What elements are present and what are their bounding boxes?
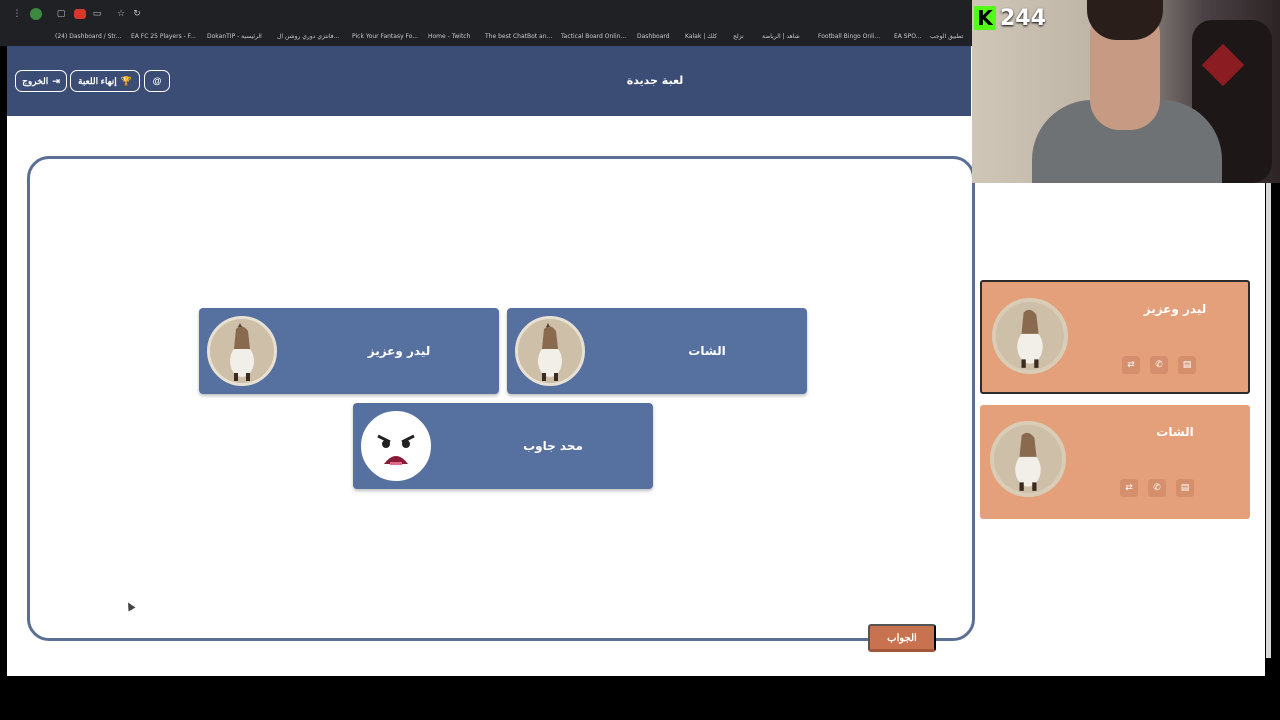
settings-button[interactable]: @ bbox=[144, 70, 170, 92]
phone-icon[interactable]: ✆ bbox=[1150, 356, 1168, 374]
sad-face-icon bbox=[366, 416, 426, 476]
horse-avatar bbox=[207, 316, 277, 386]
team-card-leader[interactable]: ليدر وعزيز ⇄ ✆ ▤ bbox=[980, 280, 1250, 394]
bookmark-item[interactable]: فانتزي دوري روشن ال... bbox=[277, 28, 339, 46]
bookmark-item[interactable]: DokanTIP - الرئيسية bbox=[207, 28, 262, 46]
reload-icon[interactable]: ↻ bbox=[132, 9, 142, 19]
profile-avatar[interactable] bbox=[30, 8, 42, 20]
trophy-icon: 🏆 bbox=[120, 75, 132, 86]
viewer-badge: K 244 bbox=[974, 4, 1046, 32]
bookmark-item[interactable]: EA FC 25 Players - F... bbox=[131, 28, 196, 46]
answer-button[interactable]: الجواب bbox=[868, 624, 936, 652]
player-card-leader[interactable]: ليدر وعزيز bbox=[199, 308, 499, 394]
bookmark-item[interactable]: (24) Dashboard / Str... bbox=[55, 28, 121, 46]
viewer-count: 244 bbox=[1000, 5, 1046, 31]
team-card-chat[interactable]: الشات ⇄ ✆ ▤ bbox=[980, 405, 1250, 519]
browser-toolbar: ⋮ ▢ ▭ ☆ ↻ bbox=[0, 0, 972, 28]
end-game-button[interactable]: إنهاء اللعبة 🏆 bbox=[70, 70, 140, 92]
player-card-nobody[interactable]: محد جاوب bbox=[353, 403, 653, 489]
book-icon[interactable]: ▤ bbox=[1178, 356, 1196, 374]
horse-avatar bbox=[515, 316, 585, 386]
horse-icon bbox=[230, 323, 254, 381]
app-header: الخروج ⇥ إنهاء اللعبة 🏆 @ لعبة جديدة bbox=[7, 46, 971, 116]
bookmark-item[interactable]: Tactical Board Onlin... bbox=[561, 28, 626, 46]
horse-avatar bbox=[990, 421, 1066, 497]
at-icon: @ bbox=[152, 76, 162, 86]
scrollbar[interactable] bbox=[1266, 183, 1271, 658]
page-icon[interactable]: ▢ bbox=[56, 9, 66, 19]
phone-icon[interactable]: ✆ bbox=[1148, 479, 1166, 497]
bookmark-item[interactable]: Kalak | كلك bbox=[685, 28, 717, 46]
cast-icon[interactable]: ▭ bbox=[92, 9, 102, 19]
player-card-chat[interactable]: الشات bbox=[507, 308, 807, 394]
bookmark-item[interactable]: The best ChatBot an... bbox=[485, 28, 552, 46]
horse-icon bbox=[538, 323, 562, 381]
horse-icon bbox=[1015, 432, 1041, 491]
bookmark-item[interactable]: نزلج bbox=[733, 28, 744, 46]
team-name: الشات bbox=[1156, 425, 1194, 439]
bookmark-item[interactable]: Football Bingo Onli... bbox=[818, 28, 880, 46]
star-icon[interactable]: ☆ bbox=[116, 9, 126, 19]
exit-label: الخروج bbox=[22, 75, 49, 86]
bookmark-item[interactable]: Dashboard bbox=[637, 28, 670, 46]
game-board: الشات ليدر وعزيز محد جاوب bbox=[27, 156, 975, 641]
bookmark-item[interactable]: Pick Your Fantasy Fo... bbox=[352, 28, 418, 46]
swap-icon[interactable]: ⇄ bbox=[1122, 356, 1140, 374]
exit-button[interactable]: الخروج ⇥ bbox=[15, 70, 67, 92]
menu-dots-icon[interactable]: ⋮ bbox=[12, 9, 22, 19]
player-name: ليدر وعزيز bbox=[367, 344, 431, 358]
kick-logo-icon: K bbox=[974, 6, 996, 30]
swap-icon[interactable]: ⇄ bbox=[1120, 479, 1138, 497]
player-name: محد جاوب bbox=[523, 439, 583, 453]
bookmark-item[interactable]: شاهد | الرياضة bbox=[762, 28, 800, 46]
page-title: لعبة جديدة bbox=[626, 74, 684, 87]
team-tools: ⇄ ✆ ▤ bbox=[1120, 479, 1194, 497]
screen: ⋮ ▢ ▭ ☆ ↻ (24) Dashboard / Str... EA FC … bbox=[0, 0, 1280, 720]
book-icon[interactable]: ▤ bbox=[1176, 479, 1194, 497]
horse-icon bbox=[1017, 309, 1043, 368]
horse-avatar bbox=[992, 298, 1068, 374]
extension-icon[interactable] bbox=[74, 9, 86, 19]
exit-icon: ⇥ bbox=[52, 75, 60, 86]
sad-face-avatar bbox=[361, 411, 431, 481]
bookmark-item[interactable]: EA SPO... bbox=[894, 28, 921, 46]
team-tools: ⇄ ✆ ▤ bbox=[1122, 356, 1196, 374]
player-name: الشات bbox=[688, 344, 726, 358]
bookmark-item[interactable]: Home - Twitch bbox=[428, 28, 470, 46]
bookmark-item[interactable]: تطبيق الوجب bbox=[930, 28, 963, 46]
bookmarks-bar: (24) Dashboard / Str... EA FC 25 Players… bbox=[0, 28, 972, 46]
end-game-label: إنهاء اللعبة bbox=[78, 75, 117, 86]
team-name: ليدر وعزيز bbox=[1143, 302, 1207, 316]
